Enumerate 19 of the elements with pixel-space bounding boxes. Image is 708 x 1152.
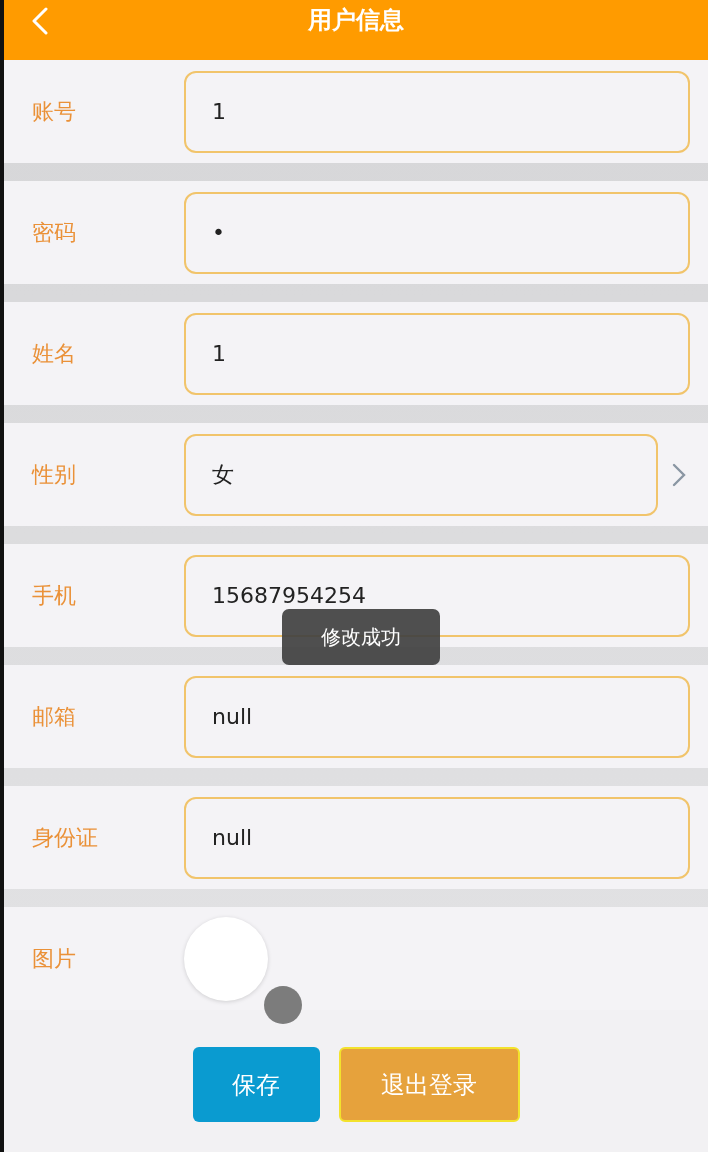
input-field[interactable]: • bbox=[184, 191, 690, 274]
dot-icon bbox=[264, 986, 302, 1024]
input-field[interactable]: 1 bbox=[184, 70, 690, 153]
field-label: 邮箱 bbox=[32, 702, 77, 731]
field-label: 账号 bbox=[32, 97, 77, 126]
page-title: 用户信息 bbox=[308, 8, 404, 32]
input-field[interactable]: null bbox=[184, 675, 690, 758]
image-placeholder[interactable] bbox=[184, 916, 268, 1001]
field-label: 手机 bbox=[32, 581, 77, 610]
field-label: 身份证 bbox=[32, 823, 99, 852]
field-label: 密码 bbox=[32, 218, 77, 247]
field-label: 图片 bbox=[32, 944, 77, 973]
input-field[interactable]: null bbox=[184, 796, 690, 879]
field-label: 性别 bbox=[32, 460, 77, 489]
input-field[interactable]: 1 bbox=[184, 312, 690, 395]
toast-message: 修改成功 bbox=[282, 609, 440, 665]
field-label: 姓名 bbox=[32, 339, 77, 368]
select-field[interactable]: 女 bbox=[184, 433, 658, 516]
chevron-right-icon bbox=[672, 462, 686, 487]
